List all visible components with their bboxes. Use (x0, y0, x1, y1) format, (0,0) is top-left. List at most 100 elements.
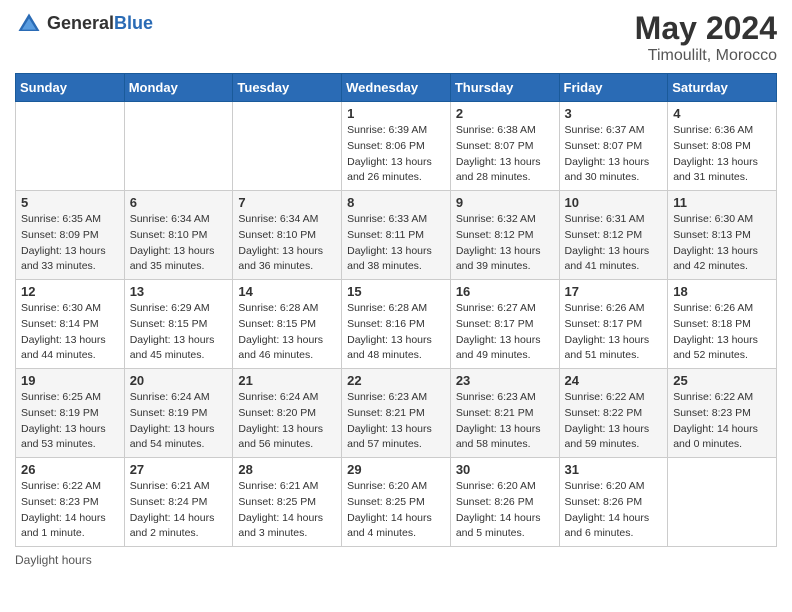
calendar-cell (233, 102, 342, 191)
calendar-day-header: Monday (124, 74, 233, 102)
calendar-cell: 17 Sunrise: 6:26 AMSunset: 8:17 PMDayligh… (559, 280, 668, 369)
day-info: Sunrise: 6:25 AMSunset: 8:19 PMDaylight:… (21, 390, 119, 453)
logo: GeneralBlue (15, 10, 153, 38)
calendar-day-header: Sunday (16, 74, 125, 102)
day-number: 7 (238, 195, 336, 210)
day-info: Sunrise: 6:35 AMSunset: 8:09 PMDaylight:… (21, 212, 119, 275)
day-number: 15 (347, 284, 445, 299)
day-info: Sunrise: 6:37 AMSunset: 8:07 PMDaylight:… (565, 123, 663, 186)
calendar-cell: 29 Sunrise: 6:20 AMSunset: 8:25 PMDayligh… (342, 458, 451, 547)
footer-note: Daylight hours (15, 553, 777, 567)
logo-text: GeneralBlue (47, 14, 153, 34)
calendar-cell: 5 Sunrise: 6:35 AMSunset: 8:09 PMDaylight… (16, 191, 125, 280)
calendar-cell: 22 Sunrise: 6:23 AMSunset: 8:21 PMDayligh… (342, 369, 451, 458)
day-number: 9 (456, 195, 554, 210)
day-info: Sunrise: 6:20 AMSunset: 8:26 PMDaylight:… (456, 479, 554, 542)
day-info: Sunrise: 6:20 AMSunset: 8:25 PMDaylight:… (347, 479, 445, 542)
day-info: Sunrise: 6:36 AMSunset: 8:08 PMDaylight:… (673, 123, 771, 186)
calendar-day-header: Wednesday (342, 74, 451, 102)
day-info: Sunrise: 6:23 AMSunset: 8:21 PMDaylight:… (347, 390, 445, 453)
day-number: 21 (238, 373, 336, 388)
day-info: Sunrise: 6:26 AMSunset: 8:18 PMDaylight:… (673, 301, 771, 364)
day-info: Sunrise: 6:22 AMSunset: 8:22 PMDaylight:… (565, 390, 663, 453)
daylight-hours-label: Daylight hours (15, 553, 92, 567)
calendar-cell: 18Sunrise: 6:26 AMSunset: 8:18 PMDayligh… (668, 280, 777, 369)
day-number: 14 (238, 284, 336, 299)
day-number: 17 (565, 284, 663, 299)
calendar-cell: 12Sunrise: 6:30 AMSunset: 8:14 PMDayligh… (16, 280, 125, 369)
day-info: Sunrise: 6:21 AMSunset: 8:24 PMDaylight:… (130, 479, 228, 542)
day-info: Sunrise: 6:32 AMSunset: 8:12 PMDaylight:… (456, 212, 554, 275)
calendar-cell: 25Sunrise: 6:22 AMSunset: 8:23 PMDayligh… (668, 369, 777, 458)
day-info: Sunrise: 6:34 AMSunset: 8:10 PMDaylight:… (130, 212, 228, 275)
day-number: 22 (347, 373, 445, 388)
day-number: 10 (565, 195, 663, 210)
calendar-day-header: Tuesday (233, 74, 342, 102)
calendar-cell: 1Sunrise: 6:39 AMSunset: 8:06 PMDaylight… (342, 102, 451, 191)
day-number: 26 (21, 462, 119, 477)
day-info: Sunrise: 6:24 AMSunset: 8:20 PMDaylight:… (238, 390, 336, 453)
day-info: Sunrise: 6:24 AMSunset: 8:19 PMDaylight:… (130, 390, 228, 453)
calendar-cell: 9 Sunrise: 6:32 AMSunset: 8:12 PMDaylight… (450, 191, 559, 280)
day-number: 20 (130, 373, 228, 388)
calendar-cell: 15Sunrise: 6:28 AMSunset: 8:16 PMDayligh… (342, 280, 451, 369)
calendar-cell: 21 Sunrise: 6:24 AMSunset: 8:20 PMDayligh… (233, 369, 342, 458)
day-info: Sunrise: 6:26 AMSunset: 8:17 PMDaylight:… (565, 301, 663, 364)
day-number: 28 (238, 462, 336, 477)
day-info: Sunrise: 6:30 AMSunset: 8:13 PMDaylight:… (673, 212, 771, 275)
calendar-cell: 26Sunrise: 6:22 AMSunset: 8:23 PMDayligh… (16, 458, 125, 547)
calendar-cell: 10 Sunrise: 6:31 AMSunset: 8:12 PMDayligh… (559, 191, 668, 280)
calendar-cell: 23 Sunrise: 6:23 AMSunset: 8:21 PMDayligh… (450, 369, 559, 458)
day-number: 29 (347, 462, 445, 477)
day-number: 11 (673, 195, 771, 210)
day-info: Sunrise: 6:21 AMSunset: 8:25 PMDaylight:… (238, 479, 336, 542)
calendar-cell (16, 102, 125, 191)
calendar-cell: 31Sunrise: 6:20 AMSunset: 8:26 PMDayligh… (559, 458, 668, 547)
day-info: Sunrise: 6:33 AMSunset: 8:11 PMDaylight:… (347, 212, 445, 275)
calendar-cell: 24 Sunrise: 6:22 AMSunset: 8:22 PMDayligh… (559, 369, 668, 458)
day-info: Sunrise: 6:38 AMSunset: 8:07 PMDaylight:… (456, 123, 554, 186)
calendar-cell (124, 102, 233, 191)
day-info: Sunrise: 6:34 AMSunset: 8:10 PMDaylight:… (238, 212, 336, 275)
day-number: 23 (456, 373, 554, 388)
day-number: 5 (21, 195, 119, 210)
calendar-cell: 8Sunrise: 6:33 AMSunset: 8:11 PMDaylight… (342, 191, 451, 280)
calendar-cell: 6 Sunrise: 6:34 AMSunset: 8:10 PMDaylight… (124, 191, 233, 280)
calendar-cell: 16Sunrise: 6:27 AMSunset: 8:17 PMDayligh… (450, 280, 559, 369)
calendar-cell: 27 Sunrise: 6:21 AMSunset: 8:24 PMDayligh… (124, 458, 233, 547)
calendar: SundayMondayTuesdayWednesdayThursdayFrid… (15, 73, 777, 547)
subtitle: Timoulilt, Morocco (635, 47, 777, 65)
calendar-week-row: 5 Sunrise: 6:35 AMSunset: 8:09 PMDaylight… (16, 191, 777, 280)
calendar-cell: 28 Sunrise: 6:21 AMSunset: 8:25 PMDayligh… (233, 458, 342, 547)
calendar-cell: 3 Sunrise: 6:37 AMSunset: 8:07 PMDaylight… (559, 102, 668, 191)
calendar-header-row: SundayMondayTuesdayWednesdayThursdayFrid… (16, 74, 777, 102)
day-number: 6 (130, 195, 228, 210)
calendar-cell: 19 Sunrise: 6:25 AMSunset: 8:19 PMDayligh… (16, 369, 125, 458)
day-number: 2 (456, 106, 554, 121)
day-number: 19 (21, 373, 119, 388)
calendar-cell: 14 Sunrise: 6:28 AMSunset: 8:15 PMDayligh… (233, 280, 342, 369)
calendar-cell: 2 Sunrise: 6:38 AMSunset: 8:07 PMDaylight… (450, 102, 559, 191)
day-number: 24 (565, 373, 663, 388)
calendar-week-row: 1Sunrise: 6:39 AMSunset: 8:06 PMDaylight… (16, 102, 777, 191)
title-section: May 2024 Timoulilt, Morocco (635, 10, 777, 65)
calendar-week-row: 19 Sunrise: 6:25 AMSunset: 8:19 PMDayligh… (16, 369, 777, 458)
day-info: Sunrise: 6:39 AMSunset: 8:06 PMDaylight:… (347, 123, 445, 186)
main-title: May 2024 (635, 10, 777, 47)
day-number: 31 (565, 462, 663, 477)
day-info: Sunrise: 6:31 AMSunset: 8:12 PMDaylight:… (565, 212, 663, 275)
day-info: Sunrise: 6:29 AMSunset: 8:15 PMDaylight:… (130, 301, 228, 364)
day-info: Sunrise: 6:28 AMSunset: 8:15 PMDaylight:… (238, 301, 336, 364)
calendar-cell: 30Sunrise: 6:20 AMSunset: 8:26 PMDayligh… (450, 458, 559, 547)
day-info: Sunrise: 6:30 AMSunset: 8:14 PMDaylight:… (21, 301, 119, 364)
calendar-week-row: 26Sunrise: 6:22 AMSunset: 8:23 PMDayligh… (16, 458, 777, 547)
day-number: 13 (130, 284, 228, 299)
day-number: 16 (456, 284, 554, 299)
logo-icon (15, 10, 43, 38)
day-info: Sunrise: 6:23 AMSunset: 8:21 PMDaylight:… (456, 390, 554, 453)
day-number: 3 (565, 106, 663, 121)
day-number: 27 (130, 462, 228, 477)
header: GeneralBlue May 2024 Timoulilt, Morocco (15, 10, 777, 65)
calendar-cell (668, 458, 777, 547)
calendar-cell: 4Sunrise: 6:36 AMSunset: 8:08 PMDaylight… (668, 102, 777, 191)
